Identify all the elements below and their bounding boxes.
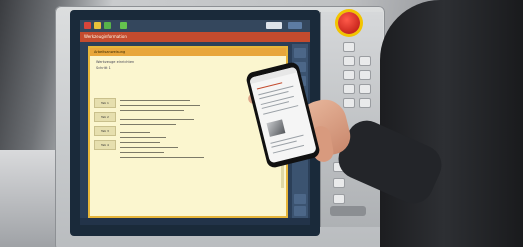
side-tab-4[interactable]: Tab 4 (94, 140, 116, 150)
text-line (120, 110, 184, 111)
side-tab-3[interactable]: Tab 3 (94, 126, 116, 136)
text-line (120, 137, 166, 138)
text-line (120, 100, 190, 101)
panel-key[interactable] (343, 84, 355, 94)
emergency-stop-button[interactable] (338, 12, 360, 34)
save-button[interactable] (294, 206, 306, 216)
window-titlebar: Werkzeuginformation (80, 32, 310, 42)
grid-icon[interactable] (120, 22, 127, 29)
panel-key[interactable] (359, 84, 371, 94)
panel-key[interactable] (343, 56, 355, 66)
screen-bottombar (80, 218, 310, 225)
text-line (120, 119, 194, 120)
panel-key[interactable] (359, 98, 371, 108)
panel-lower-switch[interactable] (330, 206, 366, 216)
text-line (120, 105, 200, 106)
panel-key[interactable] (333, 194, 345, 204)
alert-icon[interactable] (84, 22, 91, 29)
panel-key[interactable] (343, 98, 355, 108)
status-icon[interactable] (104, 22, 111, 29)
panel-key[interactable] (343, 70, 355, 80)
phone-image (266, 119, 286, 137)
side-button[interactable] (294, 48, 306, 58)
operator-body (380, 0, 523, 247)
side-tab-1[interactable]: Tab 1 (94, 98, 116, 108)
photo-scene: Werkzeuginformation Arbeitsanweisung Wer… (0, 0, 523, 247)
side-tab-2[interactable]: Tab 2 (94, 112, 116, 122)
document-header: Arbeitsanweisung (90, 48, 286, 56)
mode-indicator (266, 22, 282, 29)
menu-icon[interactable] (288, 22, 302, 29)
text-line (120, 132, 150, 133)
panel-key[interactable] (359, 56, 371, 66)
document-subtitle-2: Schritt 1 (96, 66, 111, 70)
text-line (120, 147, 178, 148)
document-subtitle: Werkzeuge einrichten (96, 60, 135, 64)
panel-key[interactable] (333, 178, 345, 188)
eye-button[interactable] (294, 194, 306, 204)
text-line (120, 152, 164, 153)
text-line (120, 124, 176, 125)
text-line (120, 142, 160, 143)
tool-icon[interactable] (94, 22, 101, 29)
panel-key[interactable] (343, 42, 355, 52)
screen-topbar (80, 20, 310, 32)
text-line (120, 157, 204, 158)
panel-key[interactable] (359, 70, 371, 80)
